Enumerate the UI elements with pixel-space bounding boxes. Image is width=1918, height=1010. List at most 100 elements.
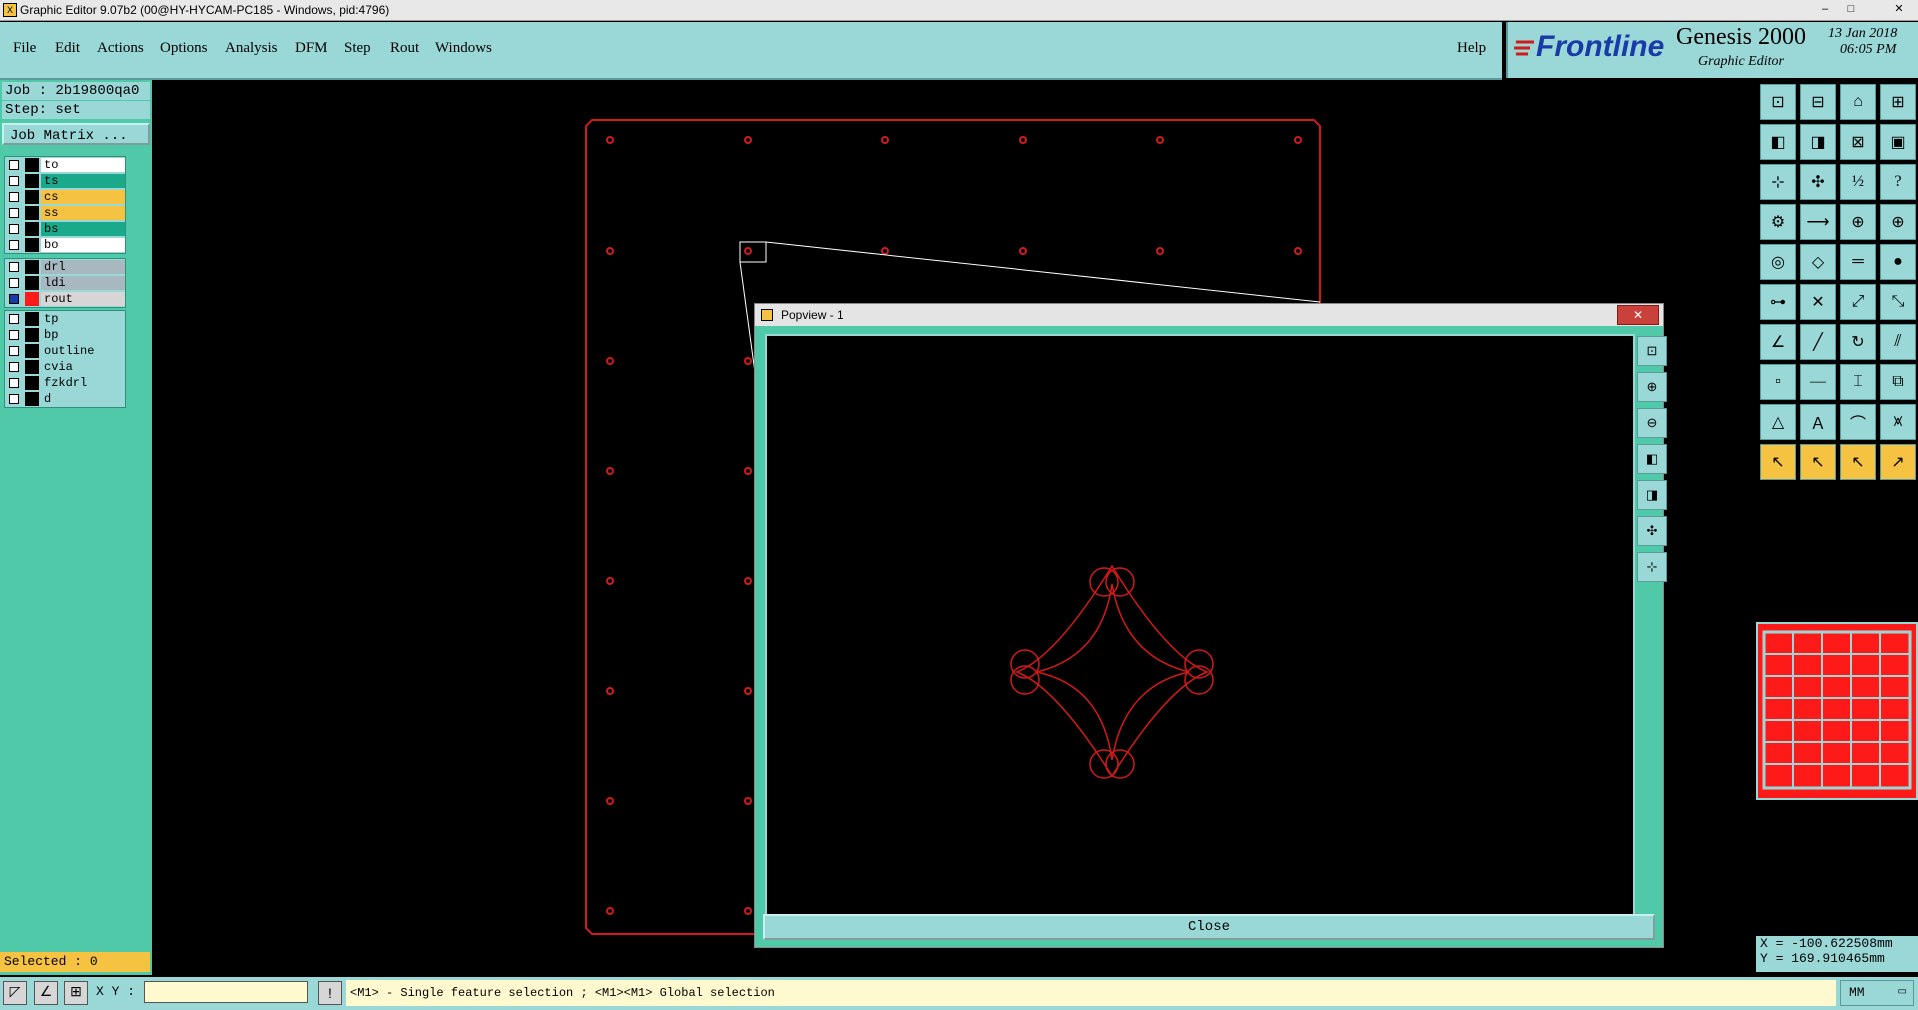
- popview-titlebar[interactable]: Popview - 1 ✕: [755, 304, 1663, 327]
- layer-row[interactable]: bo: [5, 237, 125, 253]
- layer-name[interactable]: rout: [41, 292, 125, 306]
- layer-row[interactable]: bs: [5, 221, 125, 237]
- layer-name[interactable]: bo: [41, 238, 125, 252]
- popview-pan-left-icon[interactable]: ◧: [1637, 444, 1667, 474]
- layer-red-icon[interactable]: ⊕: [1840, 204, 1876, 240]
- window-icon[interactable]: ⊞: [1880, 84, 1916, 120]
- zoom-in-icon[interactable]: ⊟: [1800, 84, 1836, 120]
- select-icon[interactable]: ↖: [1760, 444, 1796, 480]
- menu-actions[interactable]: Actions: [97, 40, 144, 57]
- panel-preview[interactable]: [1756, 622, 1918, 800]
- menu-dfm[interactable]: DFM: [295, 40, 328, 57]
- move-icon[interactable]: ▫: [1760, 364, 1796, 400]
- layer-checkbox[interactable]: [9, 378, 19, 388]
- center-icon[interactable]: ✣: [1800, 164, 1836, 200]
- layer-row[interactable]: ss: [5, 205, 125, 221]
- menu-windows[interactable]: Windows: [435, 40, 492, 57]
- node-icon[interactable]: ⊶: [1760, 284, 1796, 320]
- arch-icon[interactable]: ⩙: [1880, 404, 1916, 440]
- layer-row[interactable]: cvia: [5, 359, 125, 375]
- symbol-icon[interactable]: ⧉: [1880, 364, 1916, 400]
- snap-icon[interactable]: ⚙: [1760, 204, 1796, 240]
- layer-checkbox[interactable]: [9, 240, 19, 250]
- popview-center-icon[interactable]: ⊹: [1637, 552, 1667, 582]
- connect-icon[interactable]: ⤢: [1840, 284, 1876, 320]
- grid-mode-icon[interactable]: ⊞: [64, 981, 88, 1005]
- layer-name[interactable]: bs: [41, 222, 125, 236]
- bracket-icon[interactable]: ⌶: [1840, 364, 1876, 400]
- layer-name[interactable]: tp: [41, 312, 125, 326]
- home-icon[interactable]: ⌂: [1840, 84, 1876, 120]
- layer-row[interactable]: to: [5, 157, 125, 173]
- layer-checkbox[interactable]: [9, 278, 19, 288]
- layer-row[interactable]: d: [5, 391, 125, 407]
- menu-step[interactable]: Step: [344, 40, 371, 57]
- triangle-icon[interactable]: △: [1760, 404, 1796, 440]
- layer-name[interactable]: d: [41, 392, 125, 406]
- zoom-home-icon[interactable]: ⊡: [1760, 84, 1796, 120]
- angle-mode-icon[interactable]: ∠: [34, 981, 58, 1005]
- layer-row[interactable]: outline: [5, 343, 125, 359]
- zoom-box-icon[interactable]: ▣: [1880, 124, 1916, 160]
- popview-canvas[interactable]: [765, 334, 1635, 916]
- pad-icon[interactable]: ◎: [1760, 244, 1796, 280]
- route-icon[interactable]: ⤡: [1880, 284, 1916, 320]
- trim-icon[interactable]: ⫽: [1880, 324, 1916, 360]
- popview-close-button[interactable]: Close: [763, 914, 1655, 940]
- layer-checkbox[interactable]: [9, 346, 19, 356]
- ruler-icon[interactable]: ═: [1840, 244, 1876, 280]
- layer-checkbox[interactable]: [9, 176, 19, 186]
- info-icon[interactable]: !: [318, 981, 342, 1005]
- popview-zoom-out-icon[interactable]: ⊖: [1637, 408, 1667, 438]
- pan-left-icon[interactable]: ◧: [1760, 124, 1796, 160]
- popview-zoom-fit-icon[interactable]: ⊡: [1637, 336, 1667, 366]
- layer-row[interactable]: cs: [5, 189, 125, 205]
- circle-icon[interactable]: ●: [1880, 244, 1916, 280]
- close-window-button[interactable]: ✕: [1890, 1, 1908, 17]
- cross-icon[interactable]: ✕: [1800, 284, 1836, 320]
- menu-rout[interactable]: Rout: [390, 40, 419, 57]
- menu-analysis[interactable]: Analysis: [225, 40, 278, 57]
- layer-blue-icon[interactable]: ⊕: [1880, 204, 1916, 240]
- layer-name[interactable]: bp: [41, 328, 125, 342]
- layer-checkbox[interactable]: [9, 330, 19, 340]
- help-icon[interactable]: ?: [1880, 164, 1916, 200]
- layer-name[interactable]: ts: [41, 174, 125, 188]
- arc-icon[interactable]: ↻: [1840, 324, 1876, 360]
- minus-icon[interactable]: —: [1800, 364, 1836, 400]
- select4-icon[interactable]: ↗: [1880, 444, 1916, 480]
- layer-row[interactable]: bp: [5, 327, 125, 343]
- popview-pan-right-icon[interactable]: ◨: [1637, 480, 1667, 510]
- layer-checkbox[interactable]: [9, 394, 19, 404]
- layer-name[interactable]: cvia: [41, 360, 125, 374]
- layer-row-active[interactable]: rout: [5, 291, 125, 307]
- layer-checkbox[interactable]: [9, 362, 19, 372]
- layer-checkbox[interactable]: [9, 192, 19, 202]
- units-selector[interactable]: MM ▭: [1840, 980, 1914, 1006]
- layer-name[interactable]: to: [41, 158, 125, 172]
- layer-row[interactable]: drl: [5, 259, 125, 275]
- menu-options[interactable]: Options: [160, 40, 208, 57]
- layer-checkbox[interactable]: [9, 224, 19, 234]
- menu-help[interactable]: Help: [1457, 40, 1486, 57]
- layer-row[interactable]: ldi: [5, 275, 125, 291]
- layer-name[interactable]: outline: [41, 344, 125, 358]
- layer-name[interactable]: ss: [41, 206, 125, 220]
- layer-row[interactable]: tp: [5, 311, 125, 327]
- layer-checkbox[interactable]: [9, 160, 19, 170]
- measure-icon[interactable]: ⟶: [1800, 204, 1836, 240]
- popview-expand-icon[interactable]: ✣: [1637, 516, 1667, 546]
- xy-input[interactable]: [144, 981, 308, 1003]
- a-icon[interactable]: Ａ: [1800, 404, 1836, 440]
- layer-name[interactable]: drl: [41, 260, 125, 274]
- menu-edit[interactable]: Edit: [55, 40, 80, 57]
- menu-file[interactable]: File: [13, 40, 36, 57]
- layer-checkbox[interactable]: [9, 208, 19, 218]
- bridge-icon[interactable]: ⌒: [1840, 404, 1876, 440]
- angle-icon[interactable]: ∠: [1760, 324, 1796, 360]
- fit-icon[interactable]: ⊹: [1760, 164, 1796, 200]
- line-icon[interactable]: ◇: [1800, 244, 1836, 280]
- job-matrix-button[interactable]: Job Matrix ...: [2, 123, 150, 145]
- layer-name[interactable]: fzkdrl: [41, 376, 125, 390]
- maximize-button[interactable]: □: [1842, 1, 1860, 17]
